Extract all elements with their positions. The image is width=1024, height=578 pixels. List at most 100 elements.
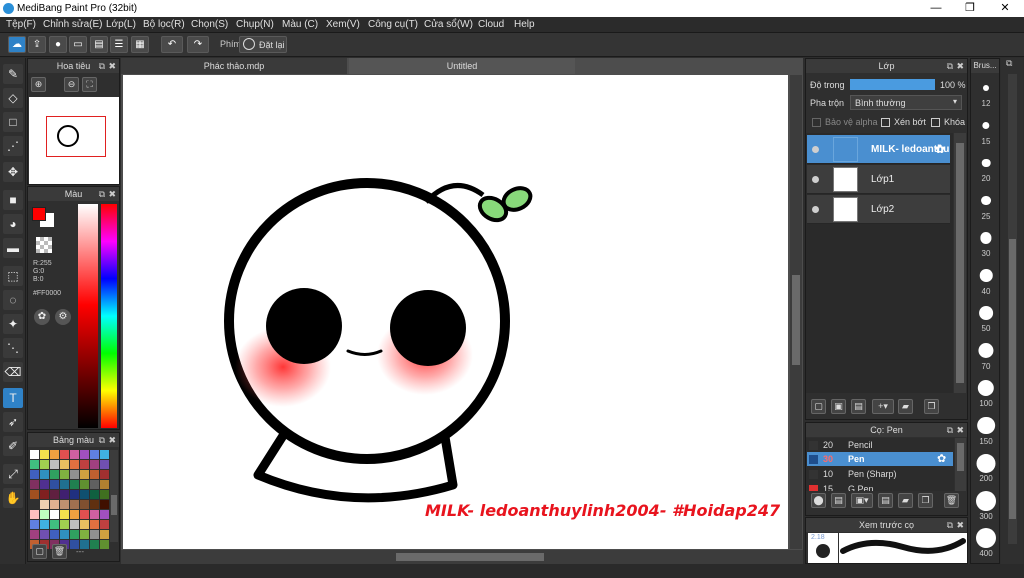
palette-swatch[interactable] [90,520,99,529]
canvas-hscroll[interactable] [121,550,803,564]
brush-cloud-icon[interactable]: ▤ [831,493,846,508]
close-icon[interactable]: ✖ [956,518,964,532]
palette-swatch[interactable] [70,460,79,469]
brush-size-dot[interactable] [977,416,995,435]
add-layer-menu-icon[interactable]: +▾ [872,399,894,414]
canvas-vscroll-thumb[interactable] [792,275,800,365]
palette-swatch[interactable] [80,460,89,469]
menu-layer[interactable]: Lớp(L) [106,19,136,30]
visibility-icon[interactable] [812,206,819,213]
popout-icon[interactable]: ⧉ [99,187,105,201]
zoom-out-icon[interactable]: ⊖ [64,77,79,92]
palette-swatch[interactable] [90,490,99,499]
brush-size-dot[interactable] [982,121,990,130]
add-palette-icon[interactable]: ▢ [32,544,47,559]
close-icon[interactable]: ✖ [108,433,116,447]
palette-swatch[interactable] [30,490,39,499]
menu-cloud[interactable]: Cloud [478,19,504,30]
popout-icon[interactable]: ⧉ [1006,58,1012,69]
palette-swatch[interactable] [50,480,59,489]
gear-icon[interactable]: ✿ [937,452,946,466]
palette-swatch[interactable] [70,490,79,499]
palette-swatch[interactable] [70,520,79,529]
clipping-checkbox[interactable] [881,118,890,127]
palette-swatch[interactable] [60,470,69,479]
tab-draft[interactable]: Phác thảo.mdp [121,58,347,74]
close-icon[interactable]: ✖ [956,423,964,437]
palette-swatch[interactable] [50,510,59,519]
layer-row[interactable]: MILK- ledoanthu ✿ [807,135,950,164]
palette-swatch[interactable] [50,450,59,459]
palette-swatch[interactable] [90,480,99,489]
palette-swatch[interactable] [90,460,99,469]
palette-swatch[interactable] [30,500,39,509]
close-icon[interactable]: ✖ [108,59,116,73]
drawing-canvas[interactable]: MILK- ledoanthuylinh2004- #Hoidap247 [123,75,788,549]
palette-swatch[interactable] [90,500,99,509]
palette-swatch[interactable] [70,450,79,459]
palette-swatch[interactable] [40,470,49,479]
protect-alpha-checkbox[interactable] [812,118,821,127]
palette-scroll-thumb[interactable] [111,495,117,515]
popout-icon[interactable]: ⧉ [947,518,953,532]
palette-swatch[interactable] [80,470,89,479]
select-rect-icon[interactable]: ⬚ [3,266,23,286]
select-eraser-icon[interactable]: ⌫ [3,362,23,382]
blur-tool-icon[interactable]: ✐ [3,436,23,456]
transparent-swatch[interactable] [36,237,52,253]
menu-filter[interactable]: Bộ lọc(R) [143,19,185,30]
canvas-hscroll-thumb[interactable] [396,553,544,561]
chat-icon[interactable]: ▭ [69,36,87,53]
minimize-button[interactable]: — [919,0,953,17]
palette-swatch[interactable] [100,450,109,459]
brush-row[interactable]: 30 Pen ✿ [807,452,953,466]
zoom-in-icon[interactable]: ⊕ [31,77,46,92]
menu-color[interactable]: Màu (C) [282,19,318,30]
close-button[interactable]: ✕ [988,0,1022,17]
fill-rect-tool-icon[interactable]: ■ [3,190,23,210]
lock-checkbox[interactable] [931,118,940,127]
dot-tool-icon[interactable]: ⋰ [3,136,23,156]
palette-swatch[interactable] [100,520,109,529]
brush-size-dot[interactable] [978,342,994,359]
palette-swatch[interactable] [50,490,59,499]
palette-swatch[interactable] [30,460,39,469]
select-pen-icon[interactable]: ⋱ [3,338,23,358]
palette-swatch[interactable] [50,520,59,529]
close-icon[interactable]: ✖ [108,187,116,201]
palette-swatch[interactable] [30,520,39,529]
palette-swatch[interactable] [100,510,109,519]
share-icon[interactable]: ⇪ [28,36,46,53]
palette-swatch[interactable] [40,500,49,509]
tab-untitled[interactable]: Untitled [349,58,575,74]
foreground-color-swatch[interactable] [32,207,46,221]
palette-swatch[interactable] [30,510,39,519]
undo-icon[interactable]: ↶ [161,36,183,53]
lasso-icon[interactable]: ◌ [3,290,23,310]
palette-swatch[interactable] [30,470,39,479]
palette-scrollbar[interactable] [110,450,118,542]
brush-menu-icon[interactable]: ▣▾ [851,493,873,508]
layer-row[interactable]: Lớp1 [807,165,950,194]
palette-swatch[interactable] [50,530,59,539]
palette-swatch[interactable] [50,460,59,469]
palette-swatches[interactable] [30,450,110,549]
eyedropper-icon[interactable]: ⤢ [3,464,23,484]
hand-tool-icon[interactable]: ✋ [3,488,23,508]
menu-view[interactable]: Xem(V) [326,19,360,30]
magic-wand-icon[interactable]: ✦ [3,314,23,334]
palette-swatch[interactable] [80,500,89,509]
menu-window[interactable]: Cửa sổ(W) [424,19,473,30]
canvas-vscroll[interactable] [790,75,802,549]
brush-size-scrollbar[interactable] [1008,74,1017,544]
palette-swatch[interactable] [40,490,49,499]
brush-settings-icon[interactable]: ▤ [878,493,893,508]
brush-size-dot[interactable] [981,158,991,168]
palette-swatch[interactable] [70,500,79,509]
palette-swatch[interactable] [70,470,79,479]
operation-tool-icon[interactable]: ➶ [3,412,23,432]
brush-size-dot[interactable] [976,490,996,511]
comment-icon[interactable]: ● [49,36,67,53]
palette-swatch[interactable] [40,480,49,489]
menu-select[interactable]: Chọn(S) [191,19,228,30]
